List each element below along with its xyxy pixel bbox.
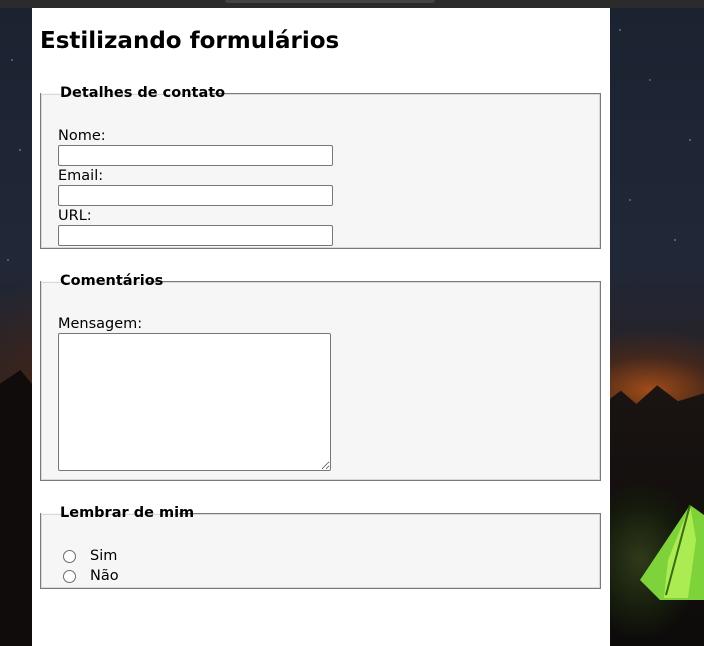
radio-button[interactable]: [63, 569, 76, 583]
top-bar-handle: [225, 0, 435, 3]
name-input[interactable]: [58, 145, 333, 166]
mountain-silhouette-left: [0, 370, 34, 646]
remember-option-sim[interactable]: Sim: [63, 547, 117, 565]
email-label: Email:: [58, 168, 104, 184]
form-page: Estilizando formulários Detalhes de cont…: [32, 8, 610, 646]
email-input[interactable]: [58, 185, 333, 206]
contact-details-legend: Detalhes de contato: [60, 85, 226, 101]
url-input[interactable]: [58, 225, 333, 246]
remember-me-legend: Lembrar de mim: [60, 505, 195, 521]
comments-fieldset: Comentários Mensagem:: [40, 273, 601, 481]
message-textarea[interactable]: [58, 333, 331, 471]
radio-label: Sim: [90, 548, 118, 564]
name-label: Nome:: [58, 128, 106, 144]
remember-me-fieldset: Lembrar de mim Sim Não: [40, 505, 601, 589]
radio-label: Não: [90, 568, 119, 584]
browser-top-bar: [0, 0, 704, 8]
remember-option-nao[interactable]: Não: [63, 567, 119, 585]
comments-legend: Comentários: [60, 273, 164, 289]
page-title: Estilizando formulários: [40, 28, 340, 54]
message-label: Mensagem:: [58, 316, 143, 332]
radio-button[interactable]: [63, 549, 76, 563]
url-label: URL:: [58, 208, 92, 224]
tent-image: [640, 504, 704, 600]
contact-details-fieldset: Detalhes de contato Nome: Email: URL:: [40, 85, 601, 249]
